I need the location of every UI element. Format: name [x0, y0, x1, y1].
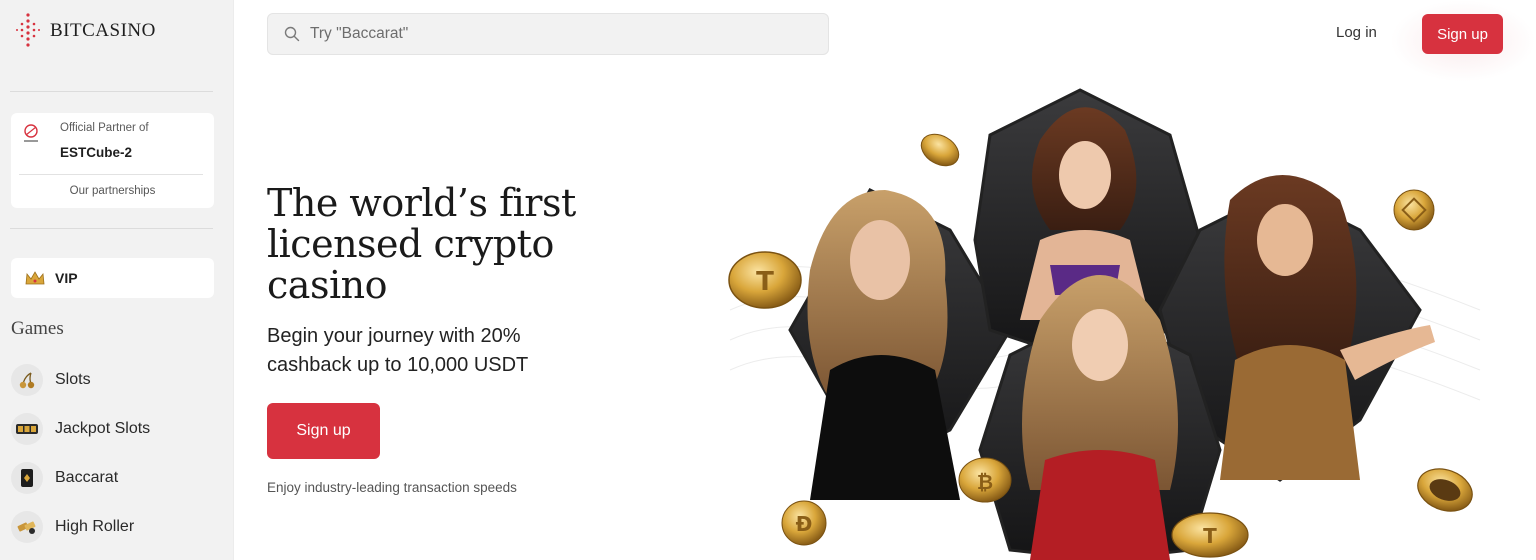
partner-label: Official Partner of [60, 122, 149, 134]
card-icon [11, 462, 43, 494]
coin-icon [1417, 468, 1473, 512]
partner-name: ESTCube-2 [60, 145, 133, 160]
bitcasino-logo-icon [16, 13, 40, 47]
sidebar-item-label: Jackpot Slots [55, 420, 151, 437]
sidebar: BITCASINO Official Partner of ESTCube-2 … [0, 0, 234, 560]
hero-illustration: T ₿ Ð T [728, 88, 1481, 560]
search-bar[interactable] [267, 13, 829, 55]
hero-subtitle: Begin your journey with 20% cashback up … [267, 325, 529, 376]
divider [10, 91, 213, 92]
coin-icon: T [728, 251, 802, 309]
brand-logo[interactable]: BITCASINO [14, 12, 156, 50]
coin-icon [920, 133, 960, 167]
brand-name: BITCASINO [50, 20, 156, 41]
sidebar-item-label: VIP [55, 270, 78, 286]
header-signup-button[interactable]: Sign up [1422, 14, 1503, 54]
svg-text:T: T [1203, 524, 1217, 548]
svg-text:Ð: Ð [796, 512, 813, 536]
games-section-title: Games [11, 318, 64, 339]
cherries-icon [11, 364, 43, 396]
sidebar-item-label: High Roller [55, 518, 135, 535]
sidebar-item-vip[interactable]: VIP [11, 258, 214, 298]
partner-card[interactable]: Official Partner of ESTCube-2 Our partne… [11, 113, 214, 208]
chips-icon [11, 511, 43, 543]
hero-title: The world’s first licensed crypto casino [267, 181, 576, 307]
divider [10, 228, 213, 229]
partnerships-link[interactable]: Our partnerships [11, 185, 214, 197]
sidebar-item-label: Slots [55, 371, 91, 388]
crown-icon [25, 271, 45, 285]
coin-icon: Ð [781, 500, 827, 546]
search-input[interactable] [310, 25, 790, 43]
divider [19, 174, 203, 175]
hero-signup-button[interactable]: Sign up [267, 403, 380, 459]
sidebar-item-high-roller[interactable]: High Roller [11, 509, 214, 545]
svg-text:T: T [756, 267, 774, 297]
coin-icon: T [1171, 512, 1249, 558]
coin-icon: ₿ [958, 457, 1012, 503]
slot-reels-icon [11, 413, 43, 445]
hero-note: Enjoy industry-leading transaction speed… [267, 480, 517, 495]
sidebar-item-jackpot-slots[interactable]: Jackpot Slots [11, 411, 214, 447]
search-icon [284, 26, 300, 42]
svg-text:₿: ₿ [977, 470, 993, 494]
sidebar-item-baccarat[interactable]: Baccarat [11, 460, 214, 496]
model-bottom [1022, 275, 1178, 560]
sidebar-item-slots[interactable]: Slots [11, 362, 214, 398]
model-left [807, 190, 960, 500]
login-link[interactable]: Log in [1336, 24, 1377, 41]
estcube-logo-icon [24, 124, 38, 142]
coin-icon [1393, 189, 1435, 231]
sidebar-item-label: Baccarat [55, 469, 119, 486]
